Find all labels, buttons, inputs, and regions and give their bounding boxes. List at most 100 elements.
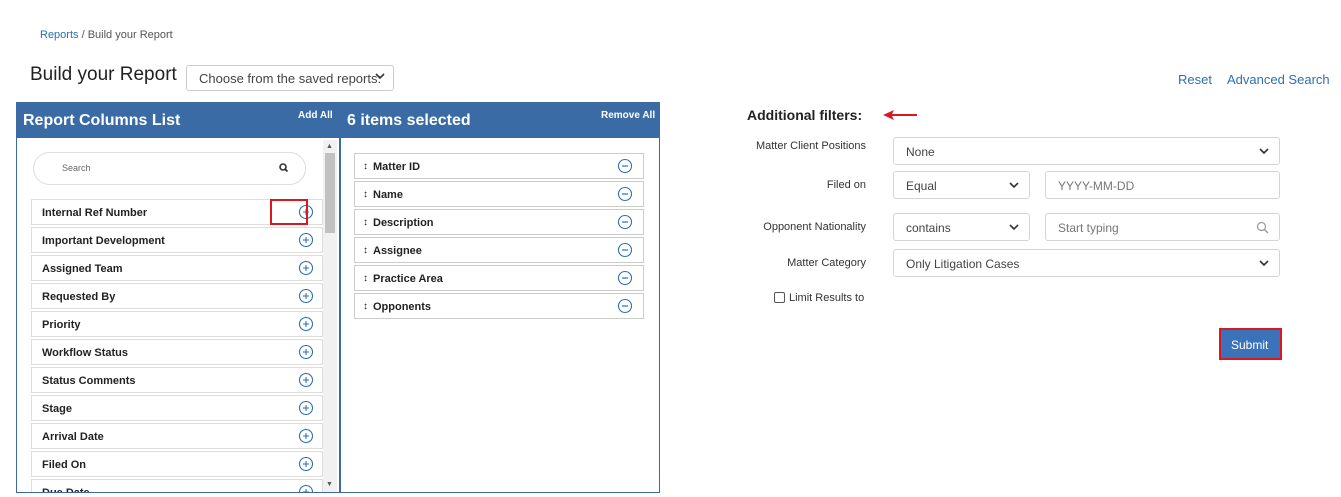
column-item-label: Assigned Team (42, 263, 123, 275)
add-circle-icon[interactable] (298, 428, 314, 444)
opponent-nationality-label: Opponent Nationality (763, 221, 866, 233)
selected-item[interactable]: ↕ Matter ID (354, 153, 644, 179)
column-item-label: Status Comments (42, 375, 136, 387)
add-circle-icon[interactable] (298, 288, 314, 304)
saved-reports-select[interactable]: Choose from the saved reports: (186, 65, 394, 91)
columns-list-title: Report Columns List (23, 112, 181, 129)
column-item-label: Filed On (42, 459, 86, 471)
drag-handle-icon[interactable]: ↕ (363, 273, 368, 284)
column-item-label: Stage (42, 403, 72, 415)
selected-item[interactable]: ↕ Name (354, 181, 644, 207)
opponent-nationality-input[interactable]: Start typing (1045, 213, 1280, 241)
column-item[interactable]: Requested By (31, 283, 323, 309)
column-item[interactable]: Status Comments (31, 367, 323, 393)
selected-item-label: Assignee (373, 245, 422, 257)
filed-on-label: Filed on (826, 179, 866, 191)
selected-items-title: 6 items selected (347, 112, 471, 129)
matter-category-label: Matter Category (787, 257, 866, 269)
opponent-nationality-placeholder: Start typing (1058, 221, 1119, 235)
column-item-label: Important Development (42, 235, 165, 247)
limit-results-label: Limit Results to (789, 292, 865, 304)
page-title: Build your Report (30, 64, 177, 85)
add-circle-icon[interactable] (298, 260, 314, 276)
remove-circle-icon[interactable] (617, 186, 633, 202)
matter-category-value: Only Litigation Cases (906, 257, 1020, 271)
selected-item-label: Practice Area (373, 273, 443, 285)
column-item-label: Workflow Status (42, 347, 128, 359)
selected-items-header: 6 items selected Remove All (341, 103, 659, 138)
chevron-down-icon (1259, 260, 1269, 267)
remove-circle-icon[interactable] (617, 214, 633, 230)
column-item[interactable]: Stage (31, 395, 323, 421)
filed-on-operator-select[interactable]: Equal (893, 171, 1030, 199)
opponent-nationality-operator-value: contains (906, 221, 951, 235)
scroll-down-icon[interactable]: ▼ (326, 481, 333, 488)
columns-search-input[interactable]: Search (33, 152, 306, 185)
add-circle-icon[interactable] (298, 344, 314, 360)
drag-handle-icon[interactable]: ↕ (363, 245, 368, 256)
column-item[interactable]: Arrival Date (31, 423, 323, 449)
column-item-label: Requested By (42, 291, 116, 303)
remove-circle-icon[interactable] (617, 298, 633, 314)
remove-circle-icon[interactable] (617, 242, 633, 258)
column-item[interactable]: Filed On (31, 451, 323, 477)
filed-on-date-placeholder: YYYY-MM-DD (1058, 179, 1135, 193)
reset-link[interactable]: Reset (1178, 72, 1212, 87)
submit-button[interactable]: Submit (1219, 328, 1282, 360)
arrow-left-icon (883, 110, 917, 120)
add-circle-icon[interactable] (298, 456, 314, 472)
chevron-down-icon (375, 70, 385, 84)
matter-client-positions-label: Matter Client Positions (755, 140, 866, 152)
advanced-search-link[interactable]: Advanced Search (1227, 72, 1330, 87)
columns-scrollbar-thumb[interactable] (325, 153, 335, 233)
column-item[interactable]: Due Date (31, 479, 323, 493)
drag-handle-icon[interactable]: ↕ (363, 217, 368, 228)
scroll-up-icon[interactable]: ▲ (326, 143, 333, 150)
columns-list-header: Report Columns List Add All (17, 103, 339, 138)
add-circle-icon[interactable] (298, 484, 314, 493)
add-circle-icon[interactable] (298, 232, 314, 248)
matter-category-select[interactable]: Only Litigation Cases (893, 249, 1280, 277)
opponent-nationality-operator-select[interactable]: contains (893, 213, 1030, 241)
selected-item-label: Opponents (373, 301, 432, 313)
column-item-label: Due Date (42, 487, 90, 493)
column-item[interactable]: Assigned Team (31, 255, 323, 281)
breadcrumb-current: Build your Report (87, 29, 173, 41)
search-icon (279, 163, 289, 173)
add-all-button[interactable]: Add All (298, 110, 333, 121)
breadcrumb-separator: / (81, 29, 85, 41)
selected-item-label: Name (373, 189, 403, 201)
remove-circle-icon[interactable] (617, 270, 633, 286)
matter-client-positions-select[interactable]: None (893, 137, 1280, 165)
filed-on-date-input[interactable]: YYYY-MM-DD (1045, 171, 1280, 199)
selected-item[interactable]: ↕ Opponents (354, 293, 644, 319)
column-item[interactable]: Workflow Status (31, 339, 323, 365)
filed-on-operator-value: Equal (906, 179, 937, 193)
saved-reports-value: Choose from the saved reports: (199, 71, 382, 86)
selected-item-label: Description (373, 217, 434, 229)
column-item-label: Arrival Date (42, 431, 104, 443)
remove-all-button[interactable]: Remove All (601, 110, 655, 121)
report-columns-panel: Report Columns List Add All 6 items sele… (16, 102, 660, 493)
remove-circle-icon[interactable] (617, 158, 633, 174)
panel-divider (339, 103, 341, 492)
drag-handle-icon[interactable]: ↕ (363, 189, 368, 200)
column-item-label: Priority (42, 319, 81, 331)
matter-client-positions-value: None (906, 145, 935, 159)
column-item[interactable]: Priority (31, 311, 323, 337)
limit-results-checkbox[interactable] (774, 292, 785, 303)
add-circle-icon[interactable] (298, 400, 314, 416)
selected-item[interactable]: ↕ Practice Area (354, 265, 644, 291)
highlight-box-add-internal-ref (270, 199, 308, 225)
add-circle-icon[interactable] (298, 316, 314, 332)
chevron-down-icon (1259, 148, 1269, 155)
add-circle-icon[interactable] (298, 372, 314, 388)
breadcrumb-reports-link[interactable]: Reports (40, 29, 79, 41)
selected-item[interactable]: ↕ Assignee (354, 237, 644, 263)
search-placeholder: Search (62, 163, 91, 173)
drag-handle-icon[interactable]: ↕ (363, 301, 368, 312)
column-item-label: Internal Ref Number (42, 207, 148, 219)
drag-handle-icon[interactable]: ↕ (363, 161, 368, 172)
selected-item[interactable]: ↕ Description (354, 209, 644, 235)
column-item[interactable]: Important Development (31, 227, 323, 253)
